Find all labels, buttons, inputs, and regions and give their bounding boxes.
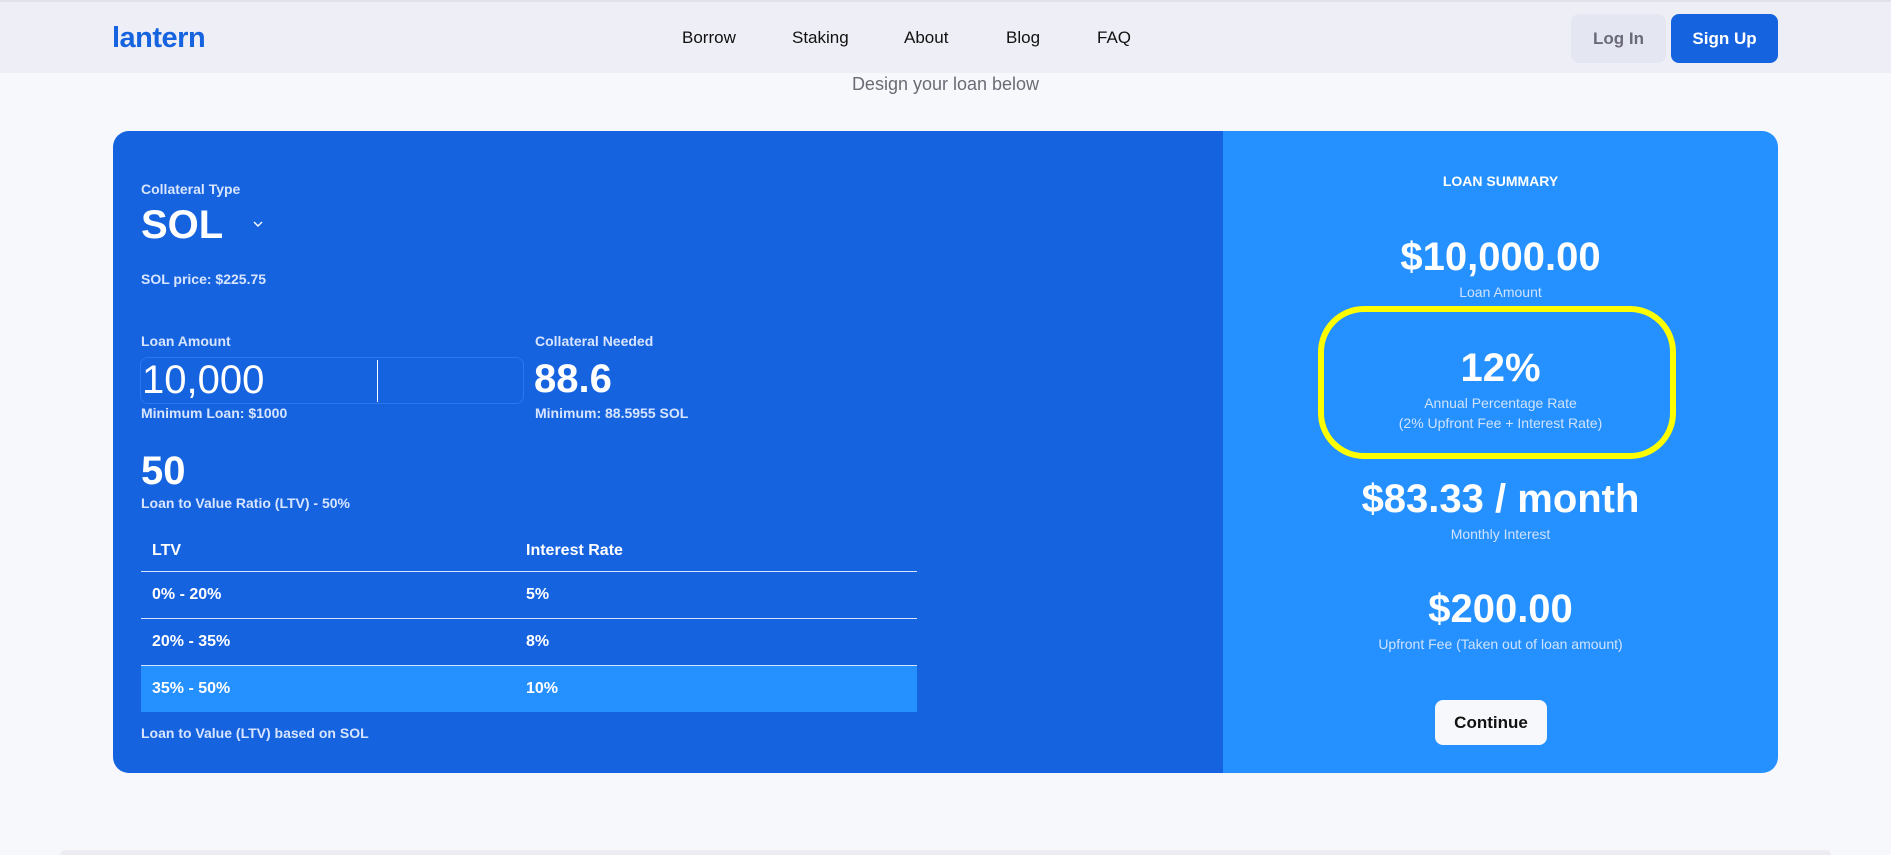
- summary-apr-label: Annual Percentage Rate: [1424, 395, 1577, 411]
- lantern-logo[interactable]: lantern: [112, 22, 206, 55]
- loan-amount-input[interactable]: [140, 357, 524, 404]
- interest-rate-cell: 8%: [515, 618, 917, 666]
- collateral-price: SOL price: $225.75: [141, 271, 267, 287]
- table-row: 0% - 20% 5%: [141, 571, 917, 619]
- ltv-label: Loan to Value Ratio (LTV) - 50%: [141, 495, 350, 511]
- table-row: 20% - 35% 8%: [141, 618, 917, 666]
- column-header-interest-rate: Interest Rate: [515, 531, 917, 572]
- chevron-down-icon: [253, 221, 263, 227]
- ltv-rate-table: LTV Interest Rate 0% - 20% 5% 20% - 35% …: [141, 531, 917, 712]
- min-loan-text: Minimum Loan: $1000: [141, 405, 288, 421]
- continue-button[interactable]: Continue: [1435, 700, 1547, 745]
- summary-monthly-interest: $83.33 / month: [1361, 477, 1640, 521]
- summary-monthly-interest-label: Monthly Interest: [1450, 526, 1551, 542]
- ltv-range-cell: 35% - 50%: [141, 665, 515, 712]
- page-subtitle: Design your loan below: [851, 74, 1040, 94]
- nav-borrow[interactable]: Borrow: [682, 28, 736, 48]
- collateral-needed-label: Collateral Needed: [535, 333, 654, 349]
- summary-loan-amount: $10,000.00: [1400, 235, 1601, 279]
- loan-amount-label: Loan Amount: [141, 333, 231, 349]
- loan-summary-panel: LOAN SUMMARY $10,000.00 Loan Amount 12% …: [1223, 131, 1778, 773]
- nav-blog[interactable]: Blog: [1006, 28, 1040, 48]
- ltv-value: 50: [141, 449, 186, 493]
- column-header-ltv: LTV: [141, 531, 515, 572]
- collateral-type-value: SOL: [141, 202, 224, 247]
- ltv-footnote: Loan to Value (LTV) based on SOL: [141, 725, 369, 741]
- text-cursor: [377, 360, 378, 402]
- summary-title: LOAN SUMMARY: [1442, 173, 1559, 189]
- top-navbar: lantern Borrow Staking About Blog FAQ Lo…: [0, 0, 1891, 73]
- loan-designer-card: Collateral Type SOL SOL price: $225.75 L…: [113, 131, 1778, 773]
- nav-faq[interactable]: FAQ: [1097, 28, 1131, 48]
- nav-about[interactable]: About: [904, 28, 948, 48]
- collateral-min-text: Minimum: 88.5955 SOL: [535, 405, 689, 421]
- summary-loan-amount-label: Loan Amount: [1459, 284, 1542, 300]
- collateral-needed-value: 88.6: [534, 357, 612, 401]
- table-header-row: LTV Interest Rate: [141, 531, 917, 572]
- loan-form-panel: Collateral Type SOL SOL price: $225.75 L…: [113, 131, 1223, 773]
- summary-upfront-fee: $200.00: [1428, 587, 1573, 631]
- table-row-active: 35% - 50% 10%: [141, 665, 917, 712]
- summary-apr: 12%: [1460, 346, 1541, 390]
- collateral-type-label: Collateral Type: [141, 181, 241, 197]
- interest-rate-cell: 5%: [515, 571, 917, 619]
- interest-rate-cell: 10%: [515, 665, 917, 712]
- ltv-range-cell: 0% - 20%: [141, 571, 515, 619]
- signup-button[interactable]: Sign Up: [1671, 14, 1778, 63]
- summary-apr-sublabel: (2% Upfront Fee + Interest Rate): [1398, 415, 1603, 431]
- ltv-range-cell: 20% - 35%: [141, 618, 515, 666]
- summary-upfront-fee-label: Upfront Fee (Taken out of loan amount): [1378, 636, 1623, 652]
- collateral-type-select[interactable]: SOL: [141, 203, 267, 247]
- nav-staking[interactable]: Staking: [792, 28, 849, 48]
- login-button[interactable]: Log In: [1571, 14, 1666, 63]
- footer-edge: [60, 850, 1831, 855]
